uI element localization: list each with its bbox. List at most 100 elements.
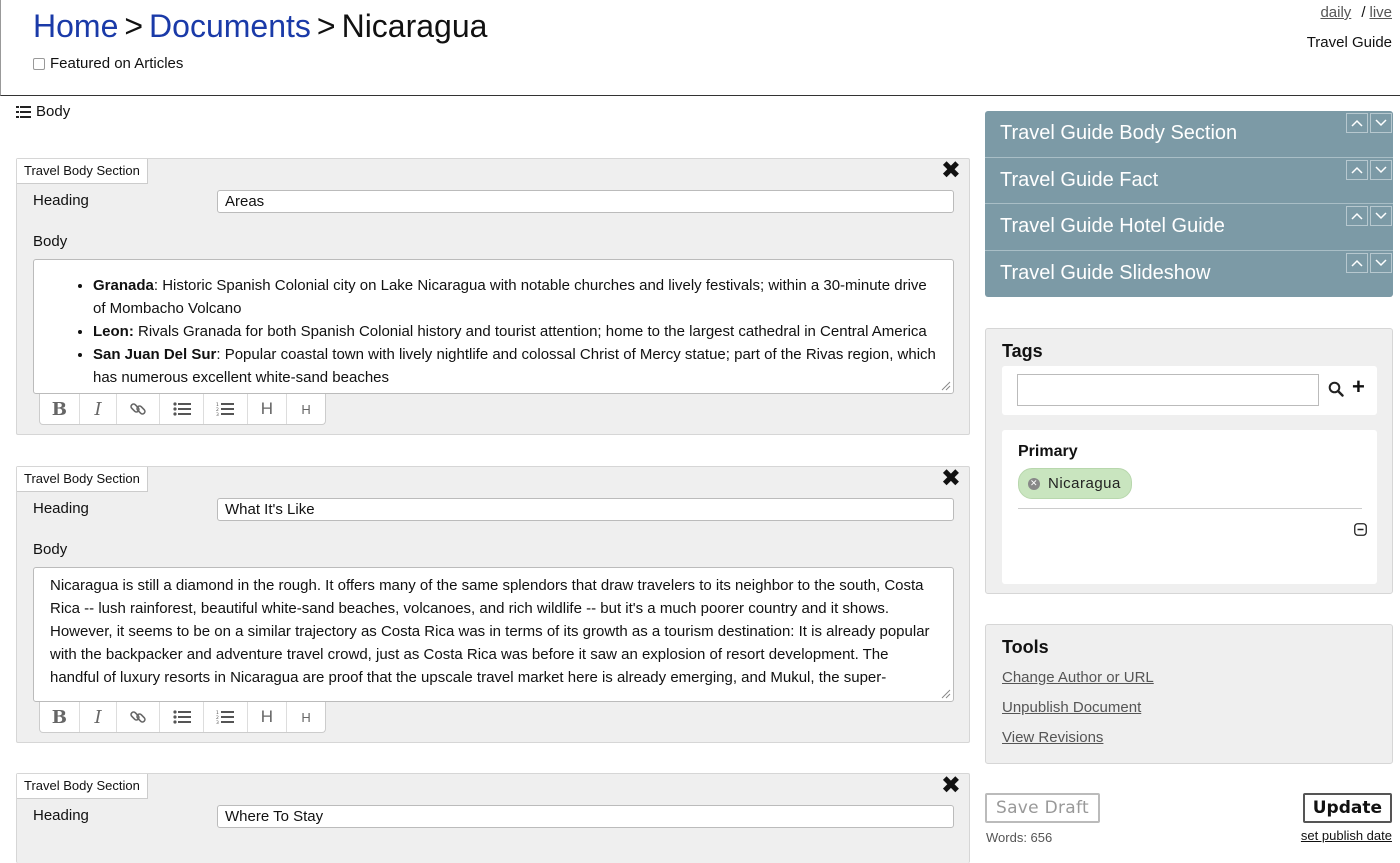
chevron-up-icon	[1351, 212, 1363, 220]
body-label: Body	[33, 233, 68, 250]
breadcrumb-home-link[interactable]: Home	[33, 8, 118, 44]
collapse-icon[interactable]	[1354, 523, 1367, 536]
move-up-button[interactable]	[1346, 113, 1368, 133]
bullet-list-button[interactable]	[160, 394, 204, 424]
formatting-toolbar: B I 123 H H	[39, 394, 326, 425]
widget-label: Travel Guide Slideshow	[1000, 261, 1211, 284]
list-item-text: : Historic Spanish Colonial city on Lake…	[93, 277, 927, 317]
widget-label: Travel Guide Hotel Guide	[1000, 215, 1225, 237]
change-author-link[interactable]: Change Author or URL	[1002, 669, 1154, 686]
body-section: Travel Body Section ✖ Heading What It's …	[16, 466, 970, 743]
featured-option: Featured on Articles	[33, 55, 183, 72]
widget-travel-guide-slideshow[interactable]: Travel Guide Slideshow	[985, 251, 1393, 298]
word-count: Words: 656	[986, 830, 1053, 845]
breadcrumb-separator: >	[124, 8, 144, 44]
set-publish-date-link[interactable]: set publish date	[1301, 828, 1392, 843]
primary-tags-area: Primary ✕ Nicaragua	[1002, 430, 1377, 584]
remove-section-icon[interactable]: ✖	[941, 774, 961, 798]
chevron-up-icon	[1351, 119, 1363, 127]
save-draft-button[interactable]: Save Draft	[985, 793, 1100, 823]
list-item: Leon: Rivals Granada for both Spanish Co…	[93, 320, 937, 343]
divider	[1018, 508, 1362, 509]
breadcrumb-documents-link[interactable]: Documents	[149, 8, 311, 44]
resize-grip-icon[interactable]	[941, 381, 951, 391]
italic-button[interactable]: I	[80, 702, 118, 732]
move-down-button[interactable]	[1370, 206, 1392, 226]
list-icon	[16, 105, 31, 118]
section-type-label: Travel Body Section	[17, 159, 148, 184]
list-item-bold: Granada	[93, 277, 154, 294]
widget-arrows	[1344, 206, 1392, 226]
heading-input[interactable]: Areas	[217, 190, 954, 213]
remove-section-icon[interactable]: ✖	[941, 159, 961, 183]
widget-travel-guide-hotel-guide[interactable]: Travel Guide Hotel Guide	[985, 204, 1393, 251]
tools-panel: Tools Change Author or URL Unpublish Doc…	[985, 624, 1393, 764]
live-link[interactable]: live	[1369, 4, 1392, 21]
update-button[interactable]: Update	[1302, 793, 1392, 823]
add-tag-icon[interactable]: +	[1352, 376, 1365, 398]
tag-search-input[interactable]	[1017, 374, 1319, 406]
list-item: San Juan Del Sur: Popular coastal town w…	[93, 343, 937, 389]
chevron-down-icon	[1375, 165, 1387, 173]
numbered-list-button[interactable]: 123	[204, 394, 248, 424]
body-editor[interactable]: Nicaragua is still a diamond in the roug…	[33, 567, 954, 702]
move-up-button[interactable]	[1346, 206, 1368, 226]
heading-input[interactable]: What It's Like	[217, 498, 954, 521]
heading-label: Heading	[33, 192, 89, 209]
numbered-list-icon: 123	[216, 710, 235, 725]
tools-title: Tools	[1002, 637, 1049, 657]
heading-input[interactable]: Where To Stay	[217, 805, 954, 828]
remove-tag-icon[interactable]: ✕	[1028, 477, 1040, 490]
heading-small-button[interactable]: H	[287, 702, 325, 732]
document-type: Travel Guide	[1306, 34, 1392, 51]
link-icon	[130, 403, 147, 415]
bold-button[interactable]: B	[40, 394, 80, 424]
widget-travel-guide-body-section[interactable]: Travel Guide Body Section	[985, 111, 1393, 158]
move-down-button[interactable]	[1370, 113, 1392, 133]
heading-small-button[interactable]: H	[287, 394, 325, 424]
bold-button[interactable]: B	[40, 702, 80, 732]
unpublish-link[interactable]: Unpublish Document	[1002, 699, 1141, 716]
featured-checkbox[interactable]	[33, 57, 45, 70]
featured-label: Featured on Articles	[50, 55, 184, 72]
heading-large-button[interactable]: H	[248, 702, 288, 732]
widget-travel-guide-fact[interactable]: Travel Guide Fact	[985, 158, 1393, 204]
tag-label: Nicaragua	[1048, 475, 1121, 492]
body-editor[interactable]: Granada: Historic Spanish Colonial city …	[33, 259, 954, 394]
remove-section-icon[interactable]: ✖	[941, 467, 961, 491]
heading-label: Heading	[33, 500, 89, 517]
view-revisions-link[interactable]: View Revisions	[1002, 729, 1103, 746]
move-down-button[interactable]	[1370, 252, 1392, 273]
primary-label: Primary	[1018, 443, 1078, 460]
link-button[interactable]	[117, 702, 161, 732]
chevron-up-icon	[1351, 166, 1363, 174]
chevron-down-icon	[1375, 212, 1387, 220]
heading-label: Heading	[33, 807, 89, 824]
list-item-bold: San Juan Del Sur	[93, 346, 217, 363]
body-label: Body	[33, 541, 68, 558]
move-up-button[interactable]	[1346, 252, 1368, 273]
body-label-text: Body	[36, 103, 71, 120]
body-section: Travel Body Section ✖ Heading Areas Body…	[16, 158, 970, 435]
search-icon[interactable]	[1328, 381, 1344, 397]
bullet-list-button[interactable]	[160, 702, 204, 732]
list-item-text: Rivals Granada for both Spanish Colonial…	[133, 323, 927, 340]
heading-large-button[interactable]: H	[248, 394, 288, 424]
link-button[interactable]	[117, 394, 161, 424]
daily-link[interactable]: daily	[1320, 4, 1351, 21]
numbered-list-button[interactable]: 123	[204, 702, 248, 732]
widget-arrows	[1344, 159, 1392, 180]
add-widget-list: Travel Guide Body Section Travel Guide F…	[985, 111, 1393, 297]
italic-button[interactable]: I	[80, 394, 118, 424]
chevron-down-icon	[1375, 119, 1387, 127]
breadcrumb: Home > Documents > Nicaragua	[33, 8, 487, 45]
bullet-list-icon	[172, 710, 191, 724]
resize-grip-icon[interactable]	[941, 689, 951, 699]
svg-text:3: 3	[216, 412, 219, 417]
move-up-button[interactable]	[1346, 159, 1368, 180]
body-section: Travel Body Section ✖ Heading Where To S…	[16, 773, 970, 863]
formatting-toolbar: B I 123 H H	[39, 702, 326, 733]
environment-links: daily / live	[1320, 4, 1392, 21]
list-item-text: : Popular coastal town with lively night…	[93, 346, 936, 386]
move-down-button[interactable]	[1370, 159, 1392, 180]
